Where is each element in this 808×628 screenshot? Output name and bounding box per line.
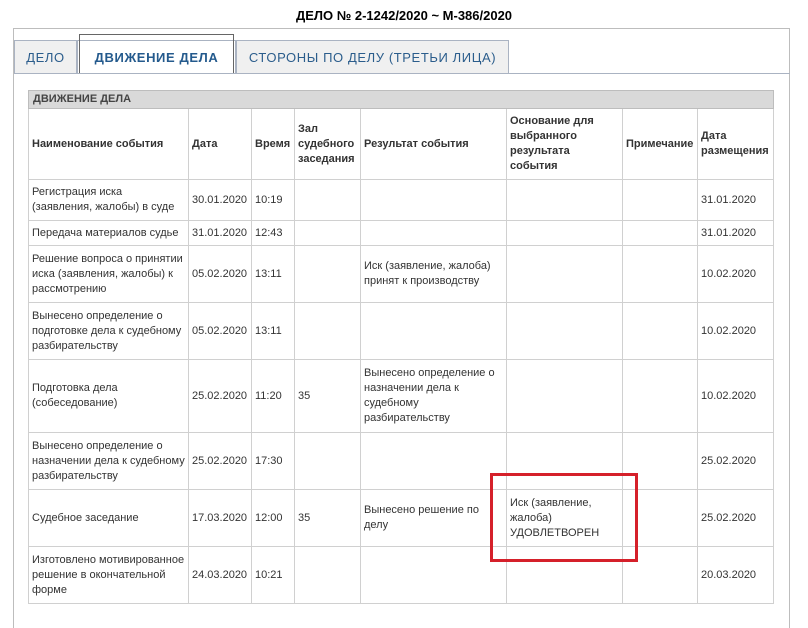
- cell-posting-date: 10.02.2020: [697, 245, 774, 303]
- cell-courtroom: [294, 245, 361, 303]
- cell-time: 13:11: [251, 245, 295, 303]
- cell-event-name: Подготовка дела (собеседование): [28, 359, 189, 433]
- cell-result: Иск (заявление, жалоба) принят к произво…: [360, 245, 507, 303]
- cell-courtroom: 35: [294, 359, 361, 433]
- cell-time: 13:11: [251, 302, 295, 360]
- cell-time: 11:20: [251, 359, 295, 433]
- cell-date: 05.02.2020: [188, 245, 252, 303]
- col-header-time: Время: [251, 108, 295, 180]
- cell-posting-date: 20.03.2020: [697, 546, 774, 604]
- cell-result: [360, 546, 507, 604]
- cell-basis: [506, 179, 623, 221]
- table-row: Подготовка дела (собеседование) 25.02.20…: [28, 359, 774, 433]
- cell-event-name: Регистрация иска (заявления, жалобы) в с…: [28, 179, 189, 221]
- col-header-result: Результат события: [360, 108, 507, 180]
- col-header-courtroom: Зал судебного заседания: [294, 108, 361, 180]
- cell-basis: [506, 432, 623, 490]
- cell-date: 17.03.2020: [188, 489, 252, 547]
- cell-note: [622, 359, 698, 433]
- cell-note: [622, 179, 698, 221]
- table-caption: ДВИЖЕНИЕ ДЕЛА: [28, 90, 774, 109]
- tab-case-movement-label: ДВИЖЕНИЕ ДЕЛА: [94, 49, 219, 65]
- cell-time: 10:19: [251, 179, 295, 221]
- cell-event-name: Вынесено определение о назначении дела к…: [28, 432, 189, 490]
- table-header-row: Наименование события Дата Время Зал суде…: [28, 108, 774, 180]
- cell-result: Вынесено определение о назначении дела к…: [360, 359, 507, 433]
- cell-posting-date: 31.01.2020: [697, 179, 774, 221]
- col-header-date: Дата: [188, 108, 252, 180]
- cell-time: 12:00: [251, 489, 295, 547]
- cell-event-name: Передача материалов судье: [28, 220, 189, 246]
- cell-event-name: Решение вопроса о принятии иска (заявлен…: [28, 245, 189, 303]
- cell-posting-date: 31.01.2020: [697, 220, 774, 246]
- cell-basis: [506, 220, 623, 246]
- table-caption-row: ДВИЖЕНИЕ ДЕЛА: [28, 90, 774, 109]
- table-row: Передача материалов судье 31.01.2020 12:…: [28, 220, 774, 246]
- cell-basis: [506, 359, 623, 433]
- table-row: Вынесено определение о назначении дела к…: [28, 432, 774, 490]
- cell-date: 24.03.2020: [188, 546, 252, 604]
- col-header-posting-date: Дата размещения: [697, 108, 774, 180]
- case-tabs-panel: ДЕЛО ДВИЖЕНИЕ ДЕЛА СТОРОНЫ ПО ДЕЛУ (ТРЕТ…: [13, 28, 790, 628]
- cell-posting-date: 25.02.2020: [697, 489, 774, 547]
- cell-courtroom: [294, 546, 361, 604]
- cell-date: 25.02.2020: [188, 359, 252, 433]
- cell-courtroom: [294, 179, 361, 221]
- cell-result: Вынесено решение по делу: [360, 489, 507, 547]
- cell-event-name: Изготовлено мотивированное решение в око…: [28, 546, 189, 604]
- table-row: Вынесено определение о подготовке дела к…: [28, 302, 774, 360]
- case-title: ДЕЛО № 2-1242/2020 ~ М-386/2020: [295, 8, 513, 23]
- cell-result: [360, 302, 507, 360]
- tab-parties[interactable]: СТОРОНЫ ПО ДЕЛУ (ТРЕТЬИ ЛИЦА): [236, 40, 509, 74]
- cell-note: [622, 546, 698, 604]
- cell-note: [622, 489, 698, 547]
- table-row: Регистрация иска (заявления, жалобы) в с…: [28, 179, 774, 221]
- table-row: Изготовлено мотивированное решение в око…: [28, 546, 774, 604]
- cell-result: [360, 432, 507, 490]
- cell-courtroom: [294, 302, 361, 360]
- cell-result: [360, 179, 507, 221]
- cell-date: 25.02.2020: [188, 432, 252, 490]
- cell-note: [622, 432, 698, 490]
- cell-posting-date: 10.02.2020: [697, 302, 774, 360]
- cell-note: [622, 245, 698, 303]
- cell-note: [622, 302, 698, 360]
- table-row: Судебное заседание 17.03.2020 12:00 35 В…: [28, 489, 774, 547]
- cell-time: 12:43: [251, 220, 295, 246]
- cell-date: 05.02.2020: [188, 302, 252, 360]
- cell-result: [360, 220, 507, 246]
- col-header-basis: Основание для выбранного результата собы…: [506, 108, 623, 180]
- cell-time: 10:21: [251, 546, 295, 604]
- tab-divider: [14, 73, 790, 74]
- cell-courtroom: [294, 432, 361, 490]
- cell-time: 17:30: [251, 432, 295, 490]
- tab-case-movement[interactable]: ДВИЖЕНИЕ ДЕЛА: [77, 34, 236, 74]
- cell-event-name: Судебное заседание: [28, 489, 189, 547]
- table-row: Решение вопроса о принятии иска (заявлен…: [28, 245, 774, 303]
- cell-basis: [506, 546, 623, 604]
- cell-basis: Иск (заявление, жалоба) УДОВЛЕТВОРЕН: [506, 489, 623, 547]
- cell-event-name: Вынесено определение о подготовке дела к…: [28, 302, 189, 360]
- cell-courtroom: 35: [294, 489, 361, 547]
- cell-date: 30.01.2020: [188, 179, 252, 221]
- cell-posting-date: 25.02.2020: [697, 432, 774, 490]
- cell-note: [622, 220, 698, 246]
- cell-courtroom: [294, 220, 361, 246]
- cell-basis: [506, 245, 623, 303]
- case-movement-table: ДВИЖЕНИЕ ДЕЛА Наименование события Дата …: [28, 90, 774, 604]
- col-header-event-name: Наименование события: [28, 108, 189, 180]
- cell-basis: [506, 302, 623, 360]
- col-header-note: Примечание: [622, 108, 698, 180]
- tab-case[interactable]: ДЕЛО: [14, 40, 77, 74]
- cell-date: 31.01.2020: [188, 220, 252, 246]
- cell-posting-date: 10.02.2020: [697, 359, 774, 433]
